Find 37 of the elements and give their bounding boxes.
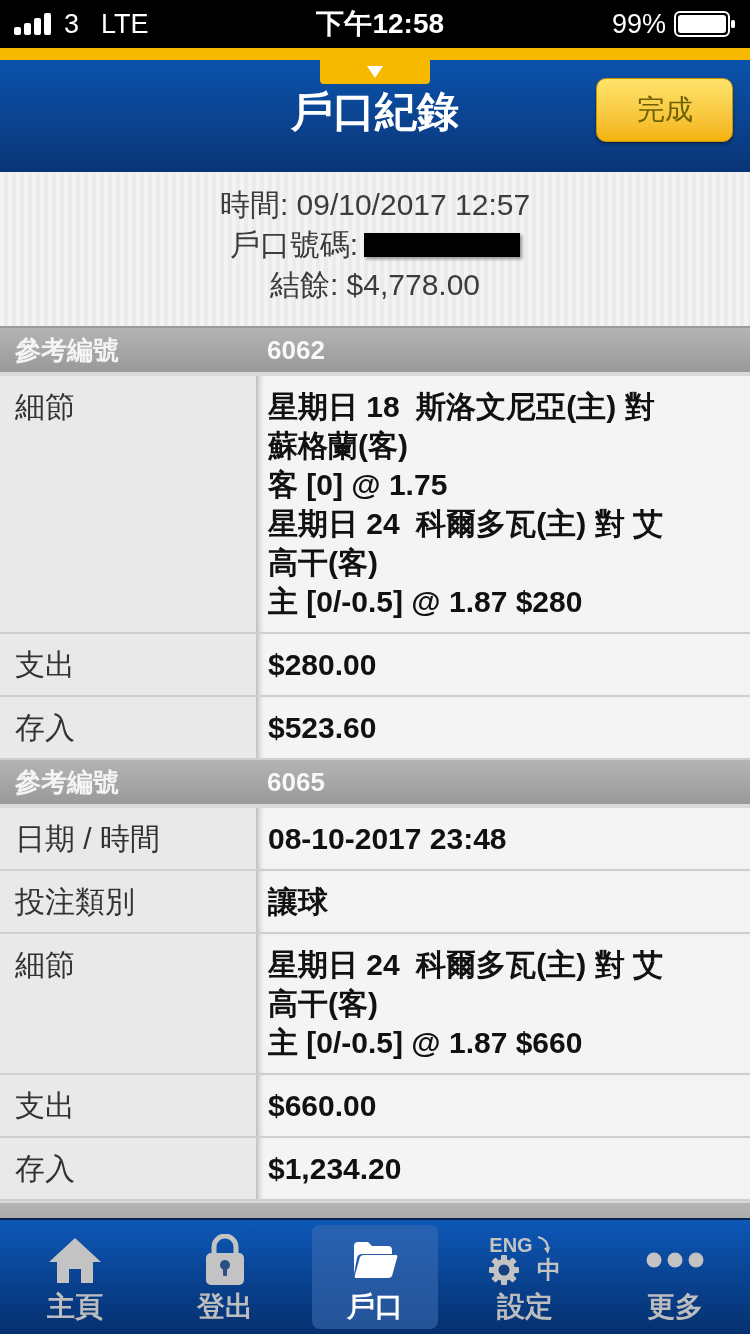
carrier-label: 3 bbox=[64, 10, 80, 38]
account-number-label: 戶口號碼: bbox=[229, 227, 359, 263]
tab-item[interactable]: 更多 bbox=[612, 1225, 738, 1329]
field-label-cell: 存入 bbox=[0, 697, 256, 758]
pull-down-tab[interactable] bbox=[320, 60, 430, 84]
tab-item[interactable]: 戶口 bbox=[312, 1225, 438, 1329]
field-label-cell: 投注類別 bbox=[0, 871, 256, 932]
summary-balance: 結餘: $4,778.00 bbox=[269, 267, 481, 303]
reference-number: 6062 bbox=[266, 333, 325, 367]
field-label-cell: 支出 bbox=[0, 1075, 256, 1136]
folder-icon bbox=[352, 1240, 398, 1280]
home-icon bbox=[48, 1236, 102, 1284]
done-button[interactable]: 完成 bbox=[596, 78, 733, 142]
padlock-icon bbox=[205, 1234, 245, 1286]
triangle-down-icon bbox=[367, 66, 383, 78]
battery-percent: 99% bbox=[611, 10, 666, 38]
field-label-cell: 細節 bbox=[0, 376, 256, 632]
network-label: LTE bbox=[101, 10, 149, 38]
curved-arrow-icon bbox=[536, 1235, 551, 1255]
field-label-cell: 細節 bbox=[0, 934, 256, 1073]
tab-item[interactable]: ENG 中 設定 bbox=[462, 1225, 588, 1329]
reference-number: 6065 bbox=[266, 765, 325, 799]
language-label: ENG bbox=[489, 1235, 533, 1255]
reference-label: 參考編號 bbox=[14, 765, 120, 799]
ellipsis-icon bbox=[646, 1252, 704, 1268]
tab-item[interactable]: 登出 bbox=[162, 1225, 288, 1329]
field-label-cell: 支出 bbox=[0, 634, 256, 695]
field-label-cell: 存入 bbox=[0, 1138, 256, 1199]
clock-label: 下午12:58 bbox=[316, 10, 445, 38]
battery-icon bbox=[674, 11, 736, 37]
signal-icon bbox=[14, 13, 54, 35]
summary-time: 時間: 09/10/2017 12:57 bbox=[219, 187, 531, 223]
tab-item[interactable]: 主頁 bbox=[12, 1225, 138, 1329]
page-title: 戶口紀錄 bbox=[291, 91, 459, 133]
reference-label: 參考編號 bbox=[14, 333, 120, 367]
language-label: 中 bbox=[536, 1257, 561, 1283]
field-label-cell: 日期 / 時間 bbox=[0, 808, 256, 869]
